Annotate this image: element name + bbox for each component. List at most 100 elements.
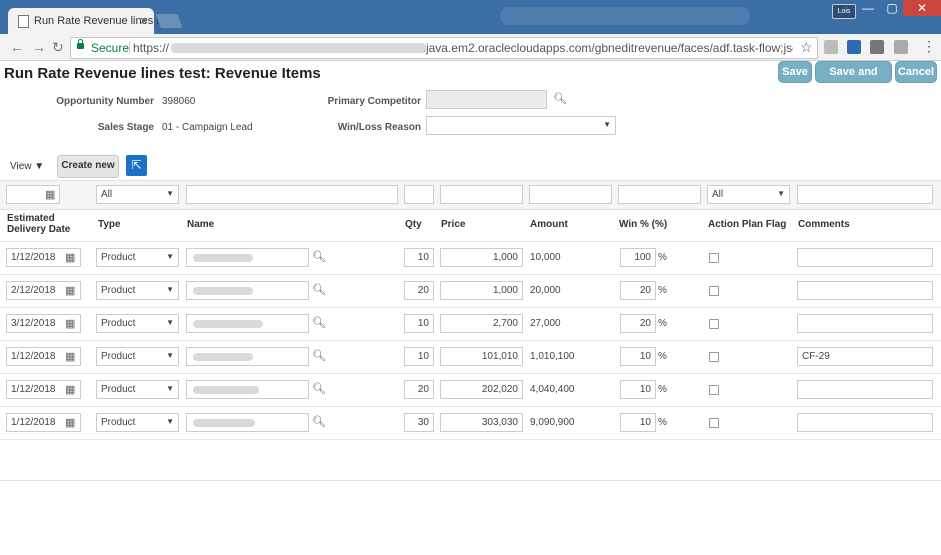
comments-input[interactable] [797,281,933,300]
type-select[interactable]: Product ▼ [96,281,179,300]
amount-filter-input[interactable] [529,185,612,204]
qty-input[interactable]: 20 [404,380,434,399]
qty-input[interactable]: 10 [404,347,434,366]
win-percent-input[interactable]: 10 [620,347,656,366]
win-filter-input[interactable] [618,185,701,204]
type-filter-select[interactable]: All ▼ [96,185,179,204]
qty-input[interactable]: 10 [404,248,434,267]
cancel-button[interactable]: Cancel [895,61,937,83]
header-name[interactable]: Name [187,219,214,230]
price-input[interactable]: 2,700 [440,314,523,333]
price-input[interactable]: 101,010 [440,347,523,366]
back-icon[interactable]: ← [10,39,24,55]
win-percent-input[interactable]: 20 [620,314,656,333]
action-plan-checkbox[interactable] [709,385,719,395]
name-input[interactable] [186,413,309,432]
comments-input[interactable]: CF-29 [797,347,933,366]
price-input[interactable]: 1,000 [440,281,523,300]
calendar-icon[interactable]: ▦ [65,416,75,429]
user-profile-button[interactable]: Lois [832,4,856,19]
detach-icon[interactable]: ⇱ [126,155,147,176]
action-plan-checkbox[interactable] [709,253,719,263]
name-input[interactable] [186,380,309,399]
primary-competitor-input[interactable] [426,90,547,109]
delivery-date-input[interactable]: 1/12/2018 ▦ [6,248,81,267]
delivery-date-input[interactable]: 1/12/2018 ▦ [6,413,81,432]
search-icon[interactable]: 🔍︎ [312,316,326,329]
comments-filter-input[interactable] [797,185,933,204]
minimize-icon[interactable]: — [856,0,880,16]
type-select[interactable]: Product ▼ [96,248,179,267]
header-delivery-date[interactable]: Estimated Delivery Date [7,213,87,235]
menu-kebab-icon[interactable]: ⋮ [922,38,936,55]
win-percent-input[interactable]: 100 [620,248,656,267]
extension-icon[interactable] [824,40,838,54]
name-input[interactable] [186,314,309,333]
win-percent-input[interactable]: 20 [620,281,656,300]
qty-input[interactable]: 10 [404,314,434,333]
header-amount[interactable]: Amount [530,219,568,230]
search-icon[interactable]: 🔍︎ [312,382,326,395]
name-filter-input[interactable] [186,185,398,204]
reload-icon[interactable]: ↻ [52,39,64,56]
date-filter-input[interactable]: ▦ [6,185,60,204]
qty-input[interactable]: 30 [404,413,434,432]
header-type[interactable]: Type [98,219,121,230]
delivery-date-input[interactable]: 1/12/2018 ▦ [6,347,81,366]
delivery-date-input[interactable]: 2/12/2018 ▦ [6,281,81,300]
action-plan-checkbox[interactable] [709,286,719,296]
type-select[interactable]: Product ▼ [96,347,179,366]
extension-g-icon[interactable] [894,40,908,54]
action-plan-checkbox[interactable] [709,319,719,329]
extension-new-icon[interactable] [847,40,861,54]
delivery-date-input[interactable]: 3/12/2018 ▦ [6,314,81,333]
maximize-icon[interactable]: ▢ [880,0,904,16]
qty-input[interactable]: 20 [404,281,434,300]
comments-input[interactable] [797,380,933,399]
address-bar[interactable]: Secure https:// .java.em2.oraclecloudapp… [70,37,818,59]
browser-tab[interactable]: Run Rate Revenue lines t × [8,8,159,34]
action-plan-checkbox[interactable] [709,352,719,362]
calendar-icon[interactable]: ▦ [45,188,55,201]
header-price[interactable]: Price [441,219,465,230]
view-menu[interactable]: View ▼ [10,161,44,172]
type-select[interactable]: Product ▼ [96,413,179,432]
price-input[interactable]: 303,030 [440,413,523,432]
search-icon[interactable]: 🔍︎ [553,92,567,105]
calendar-icon[interactable]: ▦ [65,383,75,396]
calendar-icon[interactable]: ▦ [65,251,75,264]
type-select[interactable]: Product ▼ [96,314,179,333]
close-window-icon[interactable]: ✕ [903,0,941,16]
header-action-plan-flag[interactable]: Action Plan Flag [708,219,786,230]
search-icon[interactable]: 🔍︎ [312,250,326,263]
price-filter-input[interactable] [440,185,523,204]
name-input[interactable] [186,281,309,300]
header-qty[interactable]: Qty [405,219,422,230]
name-input[interactable] [186,248,309,267]
type-select[interactable]: Product ▼ [96,380,179,399]
delivery-date-input[interactable]: 1/12/2018 ▦ [6,380,81,399]
win-loss-select[interactable]: ▼ [426,116,616,135]
save-and-close-button[interactable]: Save and Close [815,61,892,98]
name-input[interactable] [186,347,309,366]
calendar-icon[interactable]: ▦ [65,317,75,330]
extension-icon[interactable] [870,40,884,54]
win-percent-input[interactable]: 10 [620,413,656,432]
create-new-button[interactable]: Create new [57,155,119,178]
comments-input[interactable] [797,314,933,333]
action-plan-checkbox[interactable] [709,418,719,428]
price-input[interactable]: 1,000 [440,248,523,267]
header-win-percent[interactable]: Win % (%) [619,219,667,230]
price-input[interactable]: 202,020 [440,380,523,399]
search-icon[interactable]: 🔍︎ [312,415,326,428]
save-button[interactable]: Save [778,61,812,83]
comments-input[interactable] [797,413,933,432]
search-icon[interactable]: 🔍︎ [312,349,326,362]
action-plan-filter-select[interactable]: All ▼ [707,185,790,204]
header-comments[interactable]: Comments [798,219,850,230]
calendar-icon[interactable]: ▦ [65,284,75,297]
search-icon[interactable]: 🔍︎ [312,283,326,296]
calendar-icon[interactable]: ▦ [65,350,75,363]
qty-filter-input[interactable] [404,185,434,204]
win-percent-input[interactable]: 10 [620,380,656,399]
